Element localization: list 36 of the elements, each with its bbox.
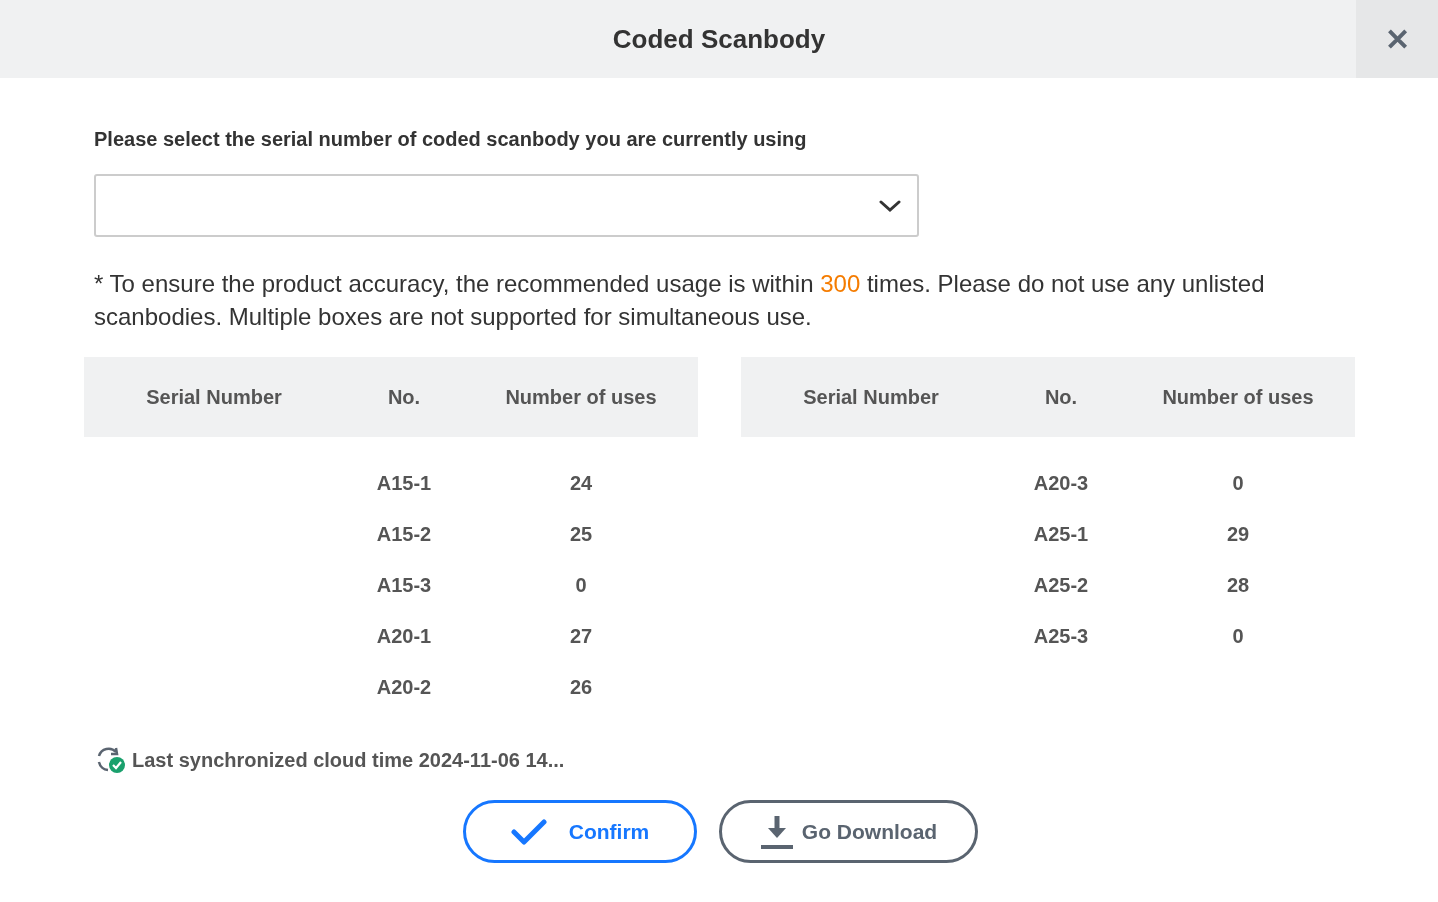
table-cell-text: A20-1 xyxy=(375,623,433,649)
table-cell-text: A15-3 xyxy=(375,572,433,598)
column-header: Serial Number xyxy=(802,385,940,410)
download-icon xyxy=(759,813,794,850)
table-cell-text: 24 xyxy=(568,470,594,496)
select-label: Please select the serial number of coded scanbody you are currently using xyxy=(94,127,808,152)
table-cell-text: 0 xyxy=(574,572,588,598)
serial-number-dropdown[interactable] xyxy=(94,174,919,237)
notice-text: * To ensure the product accuracy, the recommended usage is within 300 times. Please do not use any unlisted scanbodies. Multiple boxes are not supported for simultaneous use. xyxy=(94,269,1266,332)
table-cell-text: A25-1 xyxy=(1032,521,1090,547)
column-header: Serial Number xyxy=(145,385,283,410)
table-cell-text: 27 xyxy=(568,623,594,649)
column-header: Number of uses xyxy=(504,385,658,410)
sync-check-icon xyxy=(96,746,126,774)
table-cell-text: A20-3 xyxy=(1032,470,1090,496)
table-cell-text: 0 xyxy=(1231,623,1245,649)
confirm-button[interactable]: Confirm xyxy=(463,800,697,863)
table-cell-text: A25-3 xyxy=(1032,623,1090,649)
table-cell-text: A25-2 xyxy=(1032,572,1090,598)
table-cell-text: A15-2 xyxy=(375,521,433,547)
dialog-title: Coded Scanbody xyxy=(612,22,826,56)
table-cell-text: 0 xyxy=(1231,470,1245,496)
table-cell-text: A15-1 xyxy=(375,470,433,496)
table-cell-text: 28 xyxy=(1225,572,1251,598)
column-header: No. xyxy=(386,385,422,410)
column-header: Number of uses xyxy=(1161,385,1315,410)
column-header: No. xyxy=(1043,385,1079,410)
table-cell-text: 29 xyxy=(1225,521,1251,547)
close-button[interactable]: ✕ xyxy=(1356,0,1438,78)
table-cell-text: A20-2 xyxy=(375,674,433,700)
download-button[interactable]: Go Download xyxy=(719,800,978,863)
checkmark-icon xyxy=(510,817,547,846)
sync-status-text: Last synchronized cloud time 2024-11-06 14... xyxy=(132,748,565,773)
chevron-down-icon xyxy=(879,199,901,212)
table-cell-text: 26 xyxy=(568,674,594,700)
table-cell-text: 25 xyxy=(568,521,594,547)
